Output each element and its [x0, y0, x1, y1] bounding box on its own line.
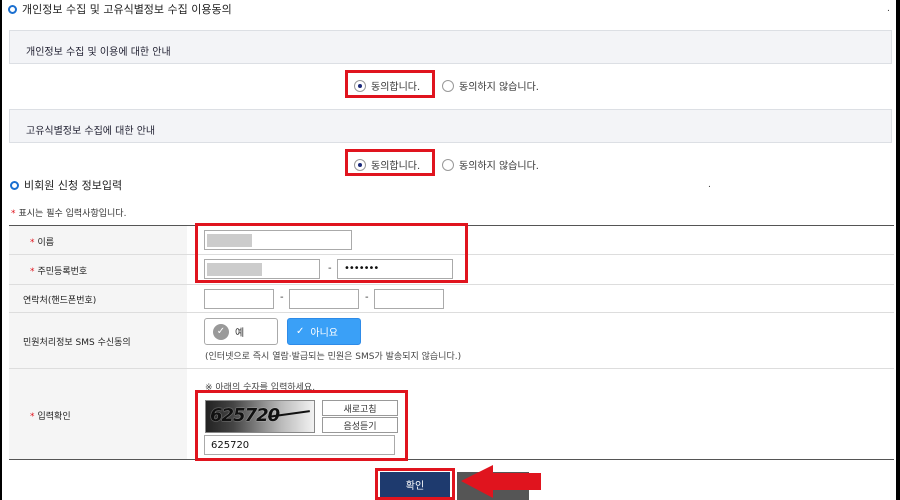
required-star: * — [30, 412, 35, 422]
privacy-disagree-option[interactable]: 동의하지 않습니다. — [442, 78, 539, 93]
stray-dot: . — [887, 4, 890, 14]
identity-inputs-highlight — [195, 223, 468, 283]
unique-id-disagree-option[interactable]: 동의하지 않습니다. — [442, 157, 539, 172]
sms-no-button[interactable]: ✓ 아니요 — [287, 318, 361, 345]
page: 개인정보 수집 및 고유식별정보 수집 이용동의 . 개인정보 수집 및 이용에… — [2, 0, 896, 500]
sms-label: 민원처리정보 SMS 수신동의 — [23, 338, 131, 348]
row-divider — [9, 459, 894, 460]
red-arrow-icon — [461, 465, 541, 498]
rrn-label: * 주민등록번호 — [30, 264, 87, 277]
captcha-label-text: 입력확인 — [37, 412, 71, 422]
ring-icon — [8, 4, 17, 14]
stray-dot: . — [708, 180, 711, 190]
privacy-disagree-label: 동의하지 않습니다. — [459, 82, 539, 93]
required-star: * — [30, 238, 35, 248]
required-note: * 표시는 필수 입력사항입니다. — [11, 206, 126, 219]
required-star: * — [30, 267, 35, 277]
row-divider — [9, 284, 894, 285]
unique-id-agree-highlight — [345, 149, 435, 176]
phone-part2-input[interactable] — [289, 289, 359, 309]
check-icon: ✓ — [213, 323, 229, 340]
ring-icon — [10, 180, 19, 190]
phone-part3-input[interactable] — [374, 289, 444, 309]
sms-no-label: 아니요 — [310, 328, 338, 339]
phone-dash-1: - — [280, 292, 284, 303]
unique-id-disagree-label: 동의하지 않습니다. — [459, 161, 539, 172]
consent-section-title: 개인정보 수집 및 고유식별정보 수집 이용동의 — [8, 1, 232, 17]
required-star: * — [11, 209, 16, 219]
unique-id-guide-box[interactable]: 고유식별정보 수집에 대한 안내 — [9, 109, 892, 143]
privacy-guide-box[interactable]: 개인정보 수집 및 이용에 대한 안내 — [9, 30, 892, 64]
row-divider — [9, 312, 894, 313]
name-label: * 이름 — [30, 235, 54, 248]
check-icon: ✓ — [296, 326, 305, 337]
captcha-label: * 입력확인 — [30, 409, 71, 422]
required-note-text: 표시는 필수 입력사항입니다. — [18, 209, 127, 219]
phone-label: 연락처(핸드폰번호) — [23, 296, 97, 306]
privacy-guide-label: 개인정보 수집 및 이용에 대한 안내 — [26, 47, 171, 58]
row-divider — [9, 368, 894, 369]
phone-dash-2: - — [365, 292, 369, 303]
privacy-agree-highlight — [345, 70, 435, 98]
captcha-highlight — [195, 390, 408, 461]
privacy-disagree-radio[interactable] — [442, 79, 454, 92]
sms-note: (인터넷으로 즉시 열람·발급되는 민원은 SMS가 발송되지 않습니다.) — [205, 352, 462, 362]
form-section-title: 비회원 신청 정보입력 — [10, 177, 122, 193]
confirm-highlight — [375, 468, 455, 500]
sms-yes-label: 예 — [235, 328, 245, 339]
phone-part1-input[interactable] — [204, 289, 274, 309]
unique-id-disagree-radio[interactable] — [442, 158, 454, 171]
rrn-label-text: 주민등록번호 — [37, 267, 88, 277]
form-section-title-text: 비회원 신청 정보입력 — [24, 179, 123, 192]
consent-section-title-text: 개인정보 수집 및 고유식별정보 수집 이용동의 — [22, 3, 232, 16]
name-label-text: 이름 — [37, 238, 55, 248]
unique-id-guide-label: 고유식별정보 수집에 대한 안내 — [26, 126, 156, 137]
sms-yes-button[interactable]: ✓ 예 — [204, 318, 278, 345]
